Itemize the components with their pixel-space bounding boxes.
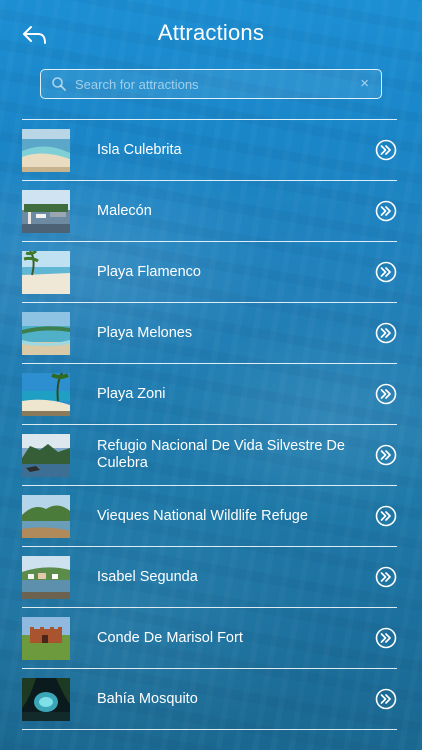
chevron-right-icon[interactable]	[375, 322, 397, 344]
attraction-thumbnail	[22, 129, 70, 172]
list-item[interactable]: Malecón	[22, 181, 397, 242]
attraction-thumbnail	[22, 617, 70, 660]
list-item[interactable]: Playa Melones	[22, 303, 397, 364]
attraction-thumbnail	[22, 434, 70, 477]
attraction-thumbnail	[22, 678, 70, 721]
list-item[interactable]: Isabel Segunda	[22, 547, 397, 608]
chevron-right-icon[interactable]	[375, 566, 397, 588]
attraction-name: Vieques National Wildlife Refuge	[97, 507, 308, 524]
attraction-name: Playa Zoni	[97, 385, 166, 402]
attraction-thumbnail	[22, 251, 70, 294]
attraction-name: Playa Flamenco	[97, 263, 201, 280]
attraction-name: Isabel Segunda	[97, 568, 198, 585]
search-input[interactable]	[75, 73, 345, 95]
chevron-right-icon[interactable]	[375, 200, 397, 222]
chevron-right-icon[interactable]	[375, 627, 397, 649]
page-title: Attractions	[157, 20, 265, 45]
clear-search-icon[interactable]: ×	[360, 75, 369, 93]
attraction-thumbnail	[22, 556, 70, 599]
attraction-name: Malecón	[97, 202, 152, 219]
attraction-thumbnail	[22, 373, 70, 416]
list-item[interactable]: Playa Zoni	[22, 364, 397, 425]
chevron-right-icon[interactable]	[375, 688, 397, 710]
nav-bar: Attractions	[0, 0, 422, 66]
attraction-name: Isla Culebrita	[97, 141, 182, 158]
attraction-name: Playa Melones	[97, 324, 193, 341]
attractions-list: Isla Culebrita Malecón Playa Flamenco Playa…	[22, 119, 397, 730]
chevron-right-icon[interactable]	[375, 139, 397, 161]
attraction-name: Refugio Nacional De Vida Silvestre De Cu…	[97, 438, 345, 471]
attraction-name: Bahía Mosquito	[97, 690, 198, 707]
list-item[interactable]: Refugio Nacional De Vida Silvestre De Cu…	[22, 425, 397, 486]
list-item[interactable]: Conde De Marisol Fort	[22, 608, 397, 669]
chevron-right-icon[interactable]	[375, 261, 397, 283]
list-item[interactable]: Bahía Mosquito	[22, 669, 397, 730]
attraction-thumbnail	[22, 190, 70, 233]
attraction-name: Conde De Marisol Fort	[97, 629, 243, 646]
chevron-right-icon[interactable]	[375, 505, 397, 527]
attraction-thumbnail	[22, 312, 70, 355]
list-item[interactable]: Vieques National Wildlife Refuge	[22, 486, 397, 547]
chevron-right-icon[interactable]	[375, 383, 397, 405]
list-item[interactable]: Playa Flamenco	[22, 242, 397, 303]
search-bar: ×	[40, 69, 382, 99]
attraction-thumbnail	[22, 495, 70, 538]
chevron-right-icon[interactable]	[375, 444, 397, 466]
list-item[interactable]: Isla Culebrita	[22, 120, 397, 181]
search-icon	[52, 77, 66, 91]
